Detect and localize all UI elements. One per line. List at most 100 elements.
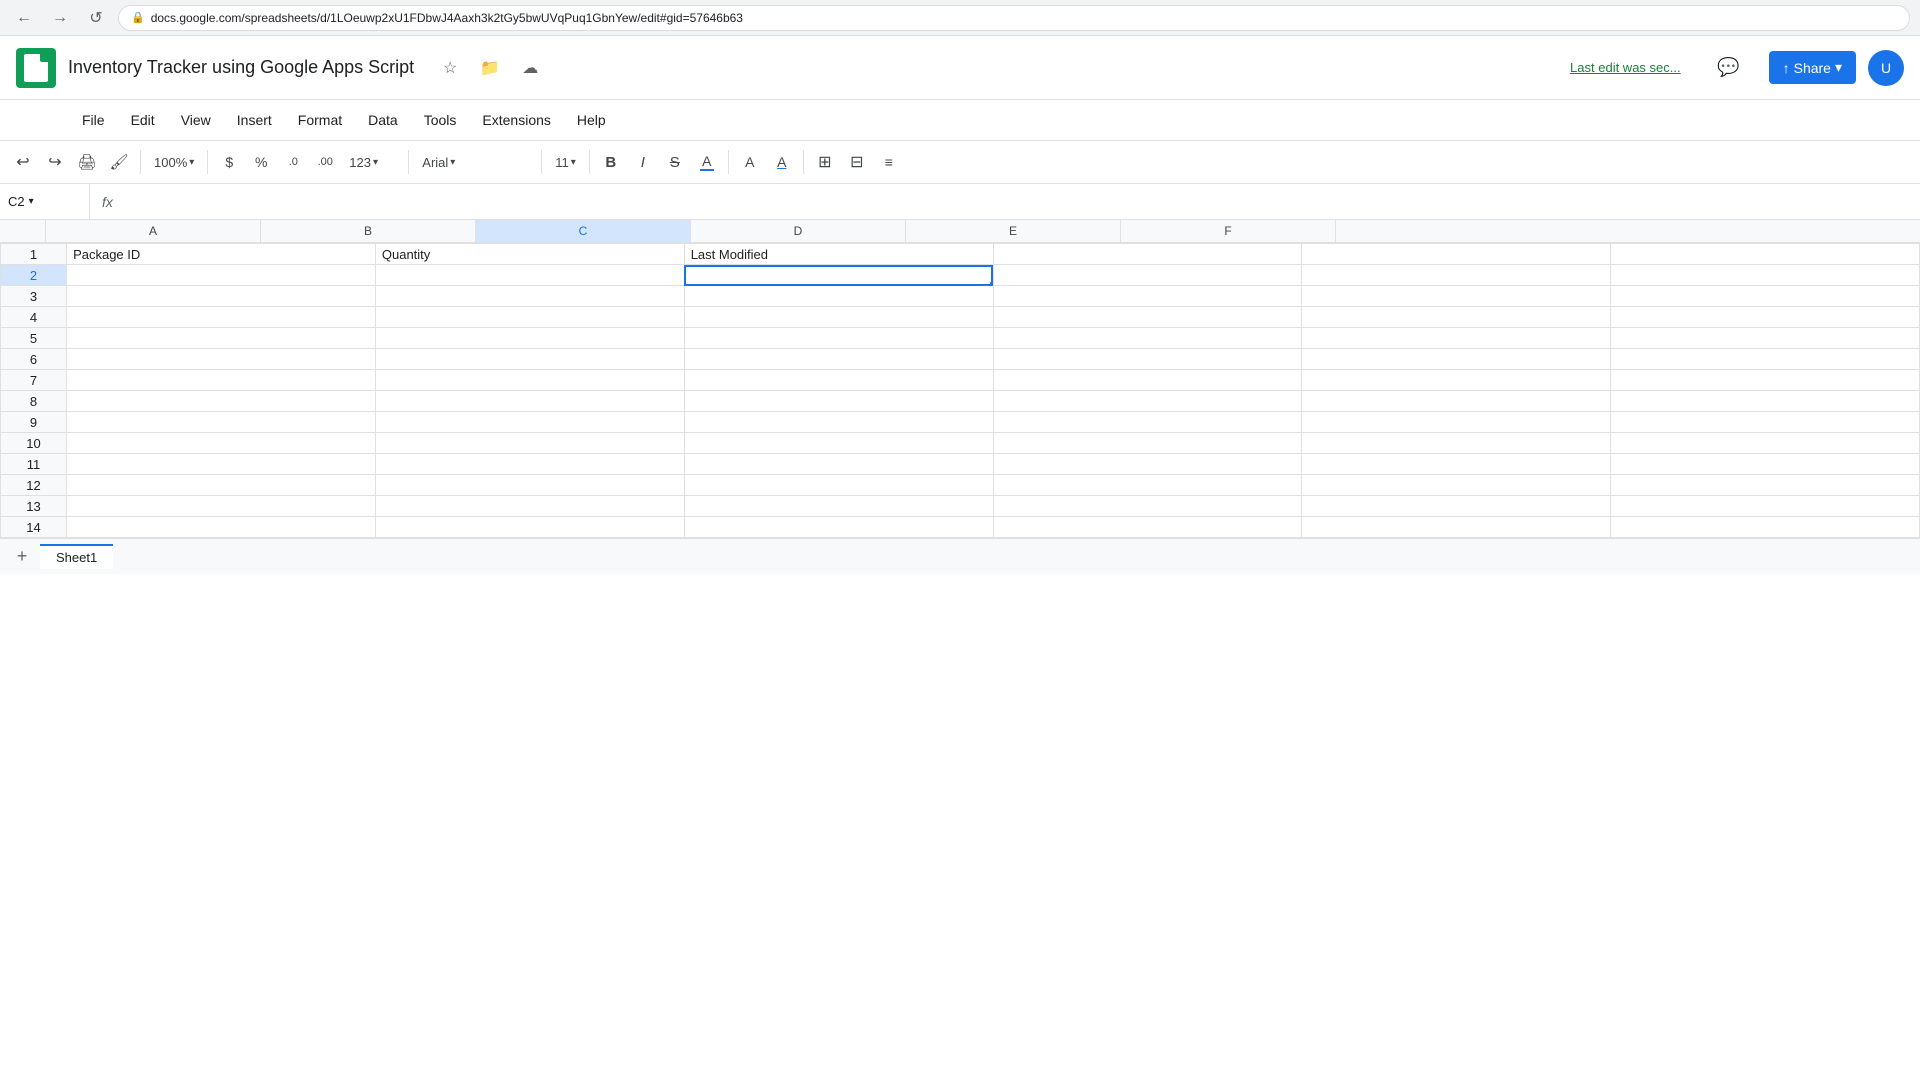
cell-d14[interactable] <box>993 517 1302 538</box>
cell-e6[interactable] <box>1302 349 1611 370</box>
row-num-7[interactable]: 7 <box>1 370 67 391</box>
col-header-f[interactable]: F <box>1121 220 1336 242</box>
cell-f10[interactable] <box>1611 433 1920 454</box>
cell-b7[interactable] <box>375 370 684 391</box>
cell-b9[interactable] <box>375 412 684 433</box>
row-num-5[interactable]: 5 <box>1 328 67 349</box>
cell-d7[interactable] <box>993 370 1302 391</box>
cell-e9[interactable] <box>1302 412 1611 433</box>
row-num-10[interactable]: 10 <box>1 433 67 454</box>
cell-f11[interactable] <box>1611 454 1920 475</box>
row-num-1[interactable]: 1 <box>1 244 67 265</box>
cell-c5[interactable] <box>684 328 993 349</box>
cell-e12[interactable] <box>1302 475 1611 496</box>
menu-insert[interactable]: Insert <box>225 108 284 132</box>
cell-d6[interactable] <box>993 349 1302 370</box>
forward-button[interactable]: → <box>46 4 74 32</box>
cell-c8[interactable] <box>684 391 993 412</box>
menu-extensions[interactable]: Extensions <box>470 108 562 132</box>
cell-f3[interactable] <box>1611 286 1920 307</box>
cell-f8[interactable] <box>1611 391 1920 412</box>
add-sheet-button[interactable]: + <box>8 543 36 571</box>
cell-d5[interactable] <box>993 328 1302 349</box>
sheet-tab-sheet1[interactable]: Sheet1 <box>40 544 113 569</box>
row-num-11[interactable]: 11 <box>1 454 67 475</box>
cell-e3[interactable] <box>1302 286 1611 307</box>
cell-e7[interactable] <box>1302 370 1611 391</box>
cell-c9[interactable] <box>684 412 993 433</box>
cell-f7[interactable] <box>1611 370 1920 391</box>
cell-a10[interactable] <box>67 433 376 454</box>
redo-button[interactable]: ↪ <box>40 147 70 177</box>
cell-f6[interactable] <box>1611 349 1920 370</box>
cell-c11[interactable] <box>684 454 993 475</box>
row-num-14[interactable]: 14 <box>1 517 67 538</box>
comment-button[interactable]: 💬 <box>1709 48 1749 88</box>
cell-a7[interactable] <box>67 370 376 391</box>
menu-edit[interactable]: Edit <box>119 108 167 132</box>
cell-a5[interactable] <box>67 328 376 349</box>
percent-button[interactable]: % <box>246 147 276 177</box>
menu-data[interactable]: Data <box>356 108 410 132</box>
cell-b5[interactable] <box>375 328 684 349</box>
row-num-4[interactable]: 4 <box>1 307 67 328</box>
cell-c7[interactable] <box>684 370 993 391</box>
col-header-b[interactable]: B <box>261 220 476 242</box>
folder-button[interactable]: 📁 <box>474 52 506 84</box>
refresh-button[interactable]: ↺ <box>82 4 110 32</box>
row-num-13[interactable]: 13 <box>1 496 67 517</box>
cell-c2[interactable] <box>684 265 993 286</box>
cell-b13[interactable] <box>375 496 684 517</box>
text-color-button[interactable]: A <box>767 147 797 177</box>
cell-c4[interactable] <box>684 307 993 328</box>
fill-color-button[interactable]: A <box>735 147 765 177</box>
cell-d12[interactable] <box>993 475 1302 496</box>
cell-c6[interactable] <box>684 349 993 370</box>
cell-f9[interactable] <box>1611 412 1920 433</box>
strikethrough-button[interactable]: S <box>660 147 690 177</box>
cell-e4[interactable] <box>1302 307 1611 328</box>
cell-a9[interactable] <box>67 412 376 433</box>
cell-a14[interactable] <box>67 517 376 538</box>
address-bar[interactable]: 🔒 docs.google.com/spreadsheets/d/1LOeuwp… <box>118 5 1910 31</box>
font-selector[interactable]: Arial ▾ <box>415 152 535 173</box>
cell-c12[interactable] <box>684 475 993 496</box>
cell-b11[interactable] <box>375 454 684 475</box>
bold-button[interactable]: B <box>596 147 626 177</box>
last-edit-text[interactable]: Last edit was sec... <box>1570 60 1681 75</box>
share-button[interactable]: ↑ Share ▾ <box>1769 51 1856 84</box>
cell-a8[interactable] <box>67 391 376 412</box>
cell-a13[interactable] <box>67 496 376 517</box>
cell-c14[interactable] <box>684 517 993 538</box>
print-button[interactable]: 🖨 <box>72 147 102 177</box>
cell-f12[interactable] <box>1611 475 1920 496</box>
paint-format-button[interactable]: 🖌 <box>104 147 134 177</box>
font-size-selector[interactable]: 11 ▾ <box>548 152 583 173</box>
cell-a11[interactable] <box>67 454 376 475</box>
decimal-decrease-button[interactable]: .0 <box>278 147 308 177</box>
cell-a6[interactable] <box>67 349 376 370</box>
cell-d11[interactable] <box>993 454 1302 475</box>
cell-b6[interactable] <box>375 349 684 370</box>
cell-b10[interactable] <box>375 433 684 454</box>
zoom-selector[interactable]: 100% ▾ <box>147 152 201 173</box>
cell-a12[interactable] <box>67 475 376 496</box>
cell-a2[interactable] <box>67 265 376 286</box>
cloud-button[interactable]: ☁ <box>514 52 546 84</box>
cell-e5[interactable] <box>1302 328 1611 349</box>
menu-help[interactable]: Help <box>565 108 618 132</box>
menu-format[interactable]: Format <box>286 108 354 132</box>
cell-e10[interactable] <box>1302 433 1611 454</box>
cell-f4[interactable] <box>1611 307 1920 328</box>
col-header-e[interactable]: E <box>906 220 1121 242</box>
cell-b8[interactable] <box>375 391 684 412</box>
align-button[interactable]: ≡ <box>874 147 904 177</box>
star-button[interactable]: ☆ <box>434 52 466 84</box>
cell-d2[interactable] <box>993 265 1302 286</box>
italic-button[interactable]: I <box>628 147 658 177</box>
cell-d1[interactable] <box>993 244 1302 265</box>
cell-d4[interactable] <box>993 307 1302 328</box>
underline-button[interactable]: A <box>692 147 722 177</box>
row-num-6[interactable]: 6 <box>1 349 67 370</box>
cell-d13[interactable] <box>993 496 1302 517</box>
